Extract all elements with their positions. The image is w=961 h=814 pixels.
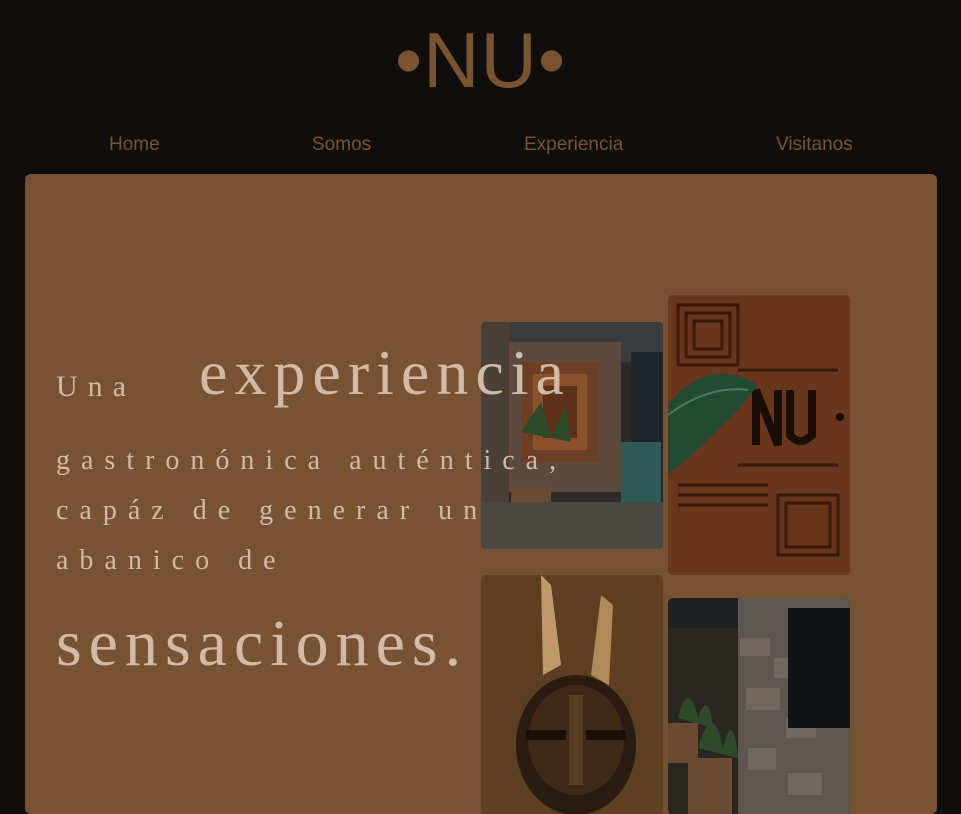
nav-link-experiencia[interactable]: Experiencia xyxy=(524,134,623,156)
nav-link-somos[interactable]: Somos xyxy=(312,134,371,156)
brand-logo[interactable]: •NU• xyxy=(0,18,961,102)
mask-photo xyxy=(481,575,663,814)
stone-wall-photo xyxy=(668,598,850,814)
headline-una: Una xyxy=(56,370,136,403)
nav-link-home[interactable]: Home xyxy=(109,134,160,156)
hero-section: Una experiencia gastronónica auténtica, … xyxy=(25,174,937,814)
headline-line-3: capáz de generar un xyxy=(56,495,489,526)
headline-line-2: gastronónica auténtica, xyxy=(56,445,568,476)
headline-sensaciones: sensaciones. xyxy=(56,607,469,680)
nav-link-visitanos[interactable]: Visitanos xyxy=(776,134,853,156)
carved-logo-photo xyxy=(668,295,850,575)
main-nav: Home Somos Experiencia Visitanos xyxy=(0,134,961,160)
headline-experiencia: experiencia xyxy=(199,337,571,408)
headline-line-4: abanico de xyxy=(56,545,287,576)
